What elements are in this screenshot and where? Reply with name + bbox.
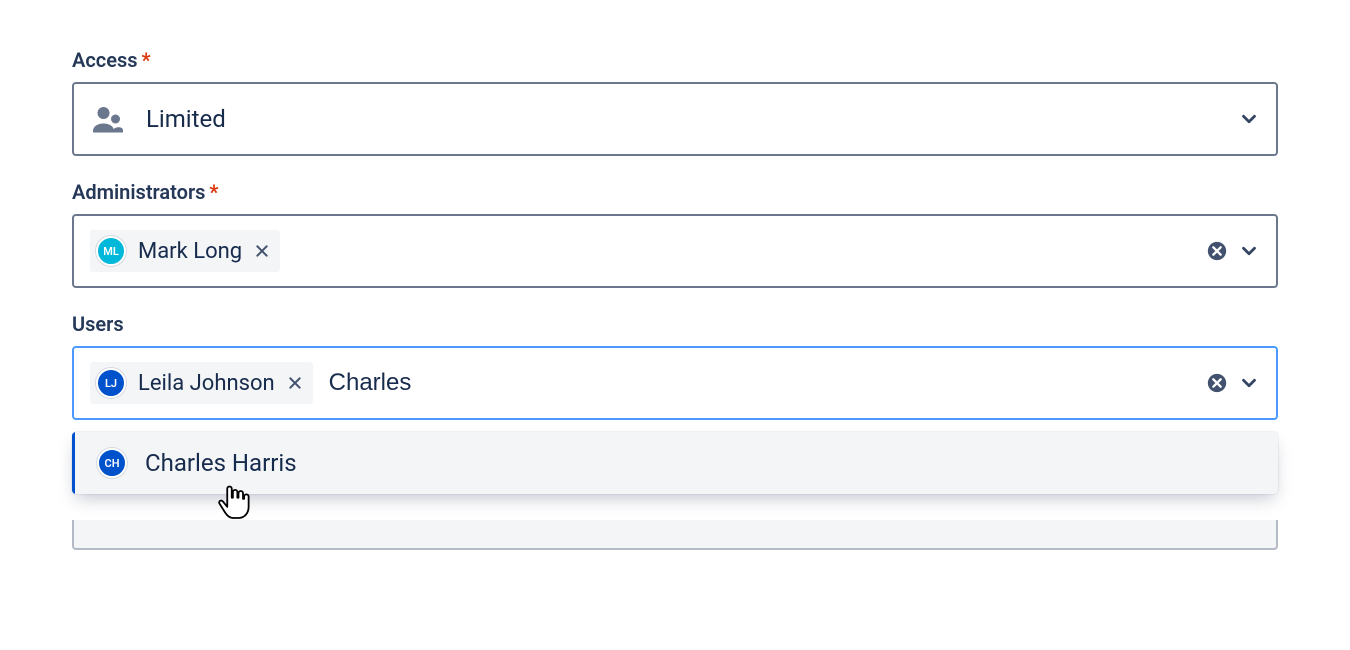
field-access: Access * Limited bbox=[72, 48, 1278, 156]
administrators-label-text: Administrators bbox=[72, 180, 205, 204]
remove-chip-icon[interactable] bbox=[287, 375, 303, 391]
chevron-down-icon bbox=[1238, 240, 1260, 262]
avatar: CH bbox=[97, 448, 127, 478]
administrators-label: Administrators * bbox=[72, 180, 1278, 204]
avatar: ML bbox=[96, 236, 126, 266]
avatar: LJ bbox=[96, 368, 126, 398]
required-asterisk: * bbox=[142, 48, 151, 72]
people-icon bbox=[90, 101, 126, 137]
access-label: Access * bbox=[72, 48, 1278, 72]
users-label: Users bbox=[72, 312, 1278, 336]
users-search-input[interactable] bbox=[327, 368, 641, 398]
required-asterisk: * bbox=[209, 180, 218, 204]
option-label: Charles Harris bbox=[145, 449, 297, 477]
remove-chip-icon[interactable] bbox=[254, 243, 270, 259]
clear-all-icon[interactable] bbox=[1206, 240, 1228, 262]
users-select[interactable]: LJ Leila Johnson bbox=[72, 346, 1278, 420]
administrators-select[interactable]: ML Mark Long bbox=[72, 214, 1278, 288]
field-users: Users LJ Leila Johnson bbox=[72, 312, 1278, 420]
field-administrators: Administrators * ML Mark Long bbox=[72, 180, 1278, 288]
access-label-text: Access bbox=[72, 48, 138, 72]
chevron-down-icon bbox=[1238, 372, 1260, 394]
clear-all-icon[interactable] bbox=[1206, 372, 1228, 394]
user-chip: LJ Leila Johnson bbox=[90, 362, 313, 404]
obscured-field-fragment bbox=[72, 520, 1278, 550]
users-dropdown: CH Charles Harris bbox=[72, 432, 1278, 494]
chip-label: Leila Johnson bbox=[138, 371, 275, 396]
dropdown-option[interactable]: CH Charles Harris bbox=[72, 432, 1278, 494]
access-value: Limited bbox=[146, 105, 226, 133]
administrator-chip: ML Mark Long bbox=[90, 230, 280, 272]
chevron-down-icon bbox=[1238, 108, 1260, 130]
access-select[interactable]: Limited bbox=[72, 82, 1278, 156]
chip-label: Mark Long bbox=[138, 239, 242, 264]
users-label-text: Users bbox=[72, 312, 124, 336]
